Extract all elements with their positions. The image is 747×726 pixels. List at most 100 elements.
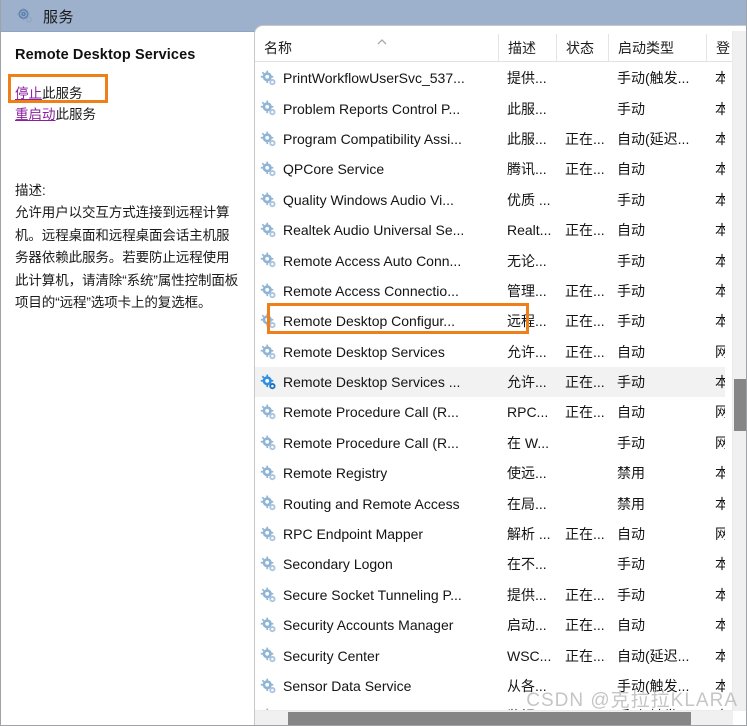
cell-status (556, 671, 608, 701)
table-row[interactable]: Secondary Logon 在不... 手动 本 (255, 549, 725, 579)
cell-name: Security Center (283, 647, 380, 664)
stop-service-link[interactable]: 停止 (15, 86, 42, 101)
cell-description: 此服... (507, 130, 547, 147)
cell-startup: 手动(触发... (617, 678, 690, 694)
cell-description: 在 W... (507, 434, 549, 451)
services-window: 服务 Remote Desktop Services 停止此服务 重启动此服务 … (0, 0, 747, 726)
table-row[interactable]: Problem Reports Control P... 此服... 手动 本 (255, 93, 725, 123)
restart-service-link[interactable]: 重启动 (15, 107, 56, 122)
cell-logon: 本 (706, 671, 725, 701)
column-header-status[interactable]: 状态 (556, 34, 608, 62)
cell-startup: 禁用 (617, 495, 645, 512)
services-list-body[interactable]: PrintWorkflowUserSvc_537... 提供... 手动(触发...… (255, 63, 725, 718)
cell-logon: 本 (706, 458, 725, 488)
column-header-startup[interactable]: 启动类型 (608, 34, 706, 62)
table-row[interactable]: Remote Procedure Call (R... 在 W... 手动 网 (255, 428, 725, 458)
cell-status: 正在... (565, 526, 605, 543)
table-row[interactable]: RPC Endpoint Mapper 解析 ... 正在... 自动 网 (255, 519, 725, 549)
cell-status (556, 245, 608, 275)
cell-name: Remote Access Auto Conn... (283, 252, 462, 269)
cell-name: Problem Reports Control P... (283, 100, 461, 117)
cell-name: Remote Desktop Configur... (283, 313, 455, 330)
vertical-scrollbar-thumb[interactable] (734, 379, 746, 431)
column-header-name[interactable]: 名称 (255, 34, 498, 62)
cell-startup: 自动 (617, 161, 645, 178)
restart-service-suffix: 此服务 (55, 107, 97, 122)
column-header-label: 描述 (508, 40, 536, 56)
cell-startup: 禁用 (617, 465, 645, 482)
table-row[interactable]: Secure Socket Tunneling P... 提供... 正在... 手动… (255, 580, 725, 610)
cell-name: PrintWorkflowUserSvc_537... (283, 70, 465, 87)
table-row[interactable]: Remote Access Connectio... 管理... 正在... 手动 本 (255, 276, 725, 306)
table-row[interactable]: Remote Procedure Call (R... RPC... 正在... 自动… (255, 397, 725, 427)
table-row[interactable]: Remote Desktop Services 允许... 正在... 自动 网 (255, 337, 725, 367)
cell-startup: 手动 (617, 252, 645, 269)
cell-name: Sensor Data Service (283, 678, 412, 694)
service-description-block: 描述: 允许用户以交互方式连接到远程计算 机。远程桌面和远程桌面会话主机服 务器依赖… (15, 180, 254, 315)
table-row[interactable]: Realtek Audio Universal Se... Realt... 正在.… (255, 215, 725, 245)
horizontal-scrollbar-thumb[interactable] (288, 712, 691, 725)
cell-status: 正在... (565, 374, 605, 391)
cell-description: 启动... (507, 617, 547, 634)
cell-logon: 本 (706, 580, 725, 610)
cell-startup: 手动 (617, 313, 645, 330)
vertical-scrollbar[interactable] (732, 31, 746, 711)
cell-name: Quality Windows Audio Vi... (283, 191, 454, 208)
cell-status: 正在... (565, 343, 605, 360)
table-row[interactable]: Remote Desktop Services ... 允许... 正在... 手动 本 (255, 366, 725, 398)
cell-name: Remote Procedure Call (R... (283, 404, 459, 421)
column-header-label: 状态 (566, 40, 594, 56)
services-gear-icon (15, 6, 35, 26)
table-row[interactable]: Security Accounts Manager 启动... 正在... 自动 本 (255, 610, 725, 640)
cell-description: 提供... (507, 70, 547, 87)
column-header-label: 登 (716, 40, 730, 56)
description-label: 描述: (15, 183, 46, 198)
table-row[interactable]: Remote Desktop Configur... 远程... 正在... 手动 本 (255, 306, 725, 336)
cell-startup: 手动 (617, 374, 645, 391)
cell-status (556, 93, 608, 123)
cell-description: Realt... (507, 222, 552, 239)
cell-startup: 手动 (617, 282, 645, 299)
table-row[interactable]: Routing and Remote Access 在局... 禁用 本 (255, 488, 725, 518)
stop-service-action[interactable]: 停止此服务 (15, 83, 244, 104)
cell-description: 管理... (507, 282, 547, 299)
cell-status: 正在... (565, 617, 605, 634)
cell-startup: 自动 (617, 404, 645, 421)
description-line: 机。远程桌面和远程桌面会话主机服 (15, 227, 230, 243)
table-row[interactable]: Remote Registry 使远... 禁用 本 (255, 458, 725, 488)
cell-logon: 本 (706, 154, 725, 184)
cell-logon: 本 (706, 276, 725, 306)
cell-logon: 本 (706, 185, 725, 215)
cell-startup: 自动 (617, 343, 645, 360)
cell-description: 允许... (507, 343, 547, 360)
cell-startup: 手动 (617, 556, 645, 573)
list-column-headers: 名称 描述 状态 启动类型 登 (255, 34, 746, 62)
cell-logon: 网 (706, 428, 725, 458)
table-row[interactable]: Remote Access Auto Conn... 无论... 手动 本 (255, 245, 725, 275)
cell-name: Remote Desktop Services ... (283, 374, 461, 391)
table-row[interactable]: Quality Windows Audio Vi... 优质 ... 手动 本 (255, 185, 725, 215)
cell-status (556, 488, 608, 518)
table-row[interactable]: Security Center WSC... 正在... 自动(延迟... 本 (255, 640, 725, 670)
cell-logon: 本 (706, 215, 725, 245)
cell-description: 无论... (507, 252, 547, 269)
cell-logon: 网 (706, 519, 725, 549)
cell-name: Realtek Audio Universal Se... (283, 222, 465, 239)
table-row[interactable]: Sensor Data Service 从各... 手动(触发... 本 (255, 671, 725, 701)
cell-name: Secondary Logon (283, 556, 393, 573)
cell-description: RPC... (507, 404, 549, 421)
column-header-label: 启动类型 (618, 40, 674, 56)
cell-name: Remote Procedure Call (R... (283, 434, 459, 451)
horizontal-scrollbar[interactable] (255, 710, 733, 725)
cell-startup: 手动 (617, 191, 645, 208)
cell-startup: 自动 (617, 526, 645, 543)
description-line: 此计算机，请清除“系统”属性控制面板 (15, 272, 239, 288)
table-row[interactable]: PrintWorkflowUserSvc_537... 提供... 手动(触发...… (255, 63, 725, 93)
cell-status (556, 185, 608, 215)
description-text: 允许用户以交互方式连接到远程计算 机。远程桌面和远程桌面会话主机服 务器依赖此服务。… (15, 202, 254, 315)
table-row[interactable]: Program Compatibility Assi... 此服... 正在... 自… (255, 124, 725, 154)
table-row[interactable]: QPCore Service 腾讯... 正在... 自动 本 (255, 154, 725, 184)
cell-name: Remote Registry (283, 465, 388, 482)
restart-service-action[interactable]: 重启动此服务 (15, 104, 244, 125)
column-header-description[interactable]: 描述 (498, 34, 556, 62)
